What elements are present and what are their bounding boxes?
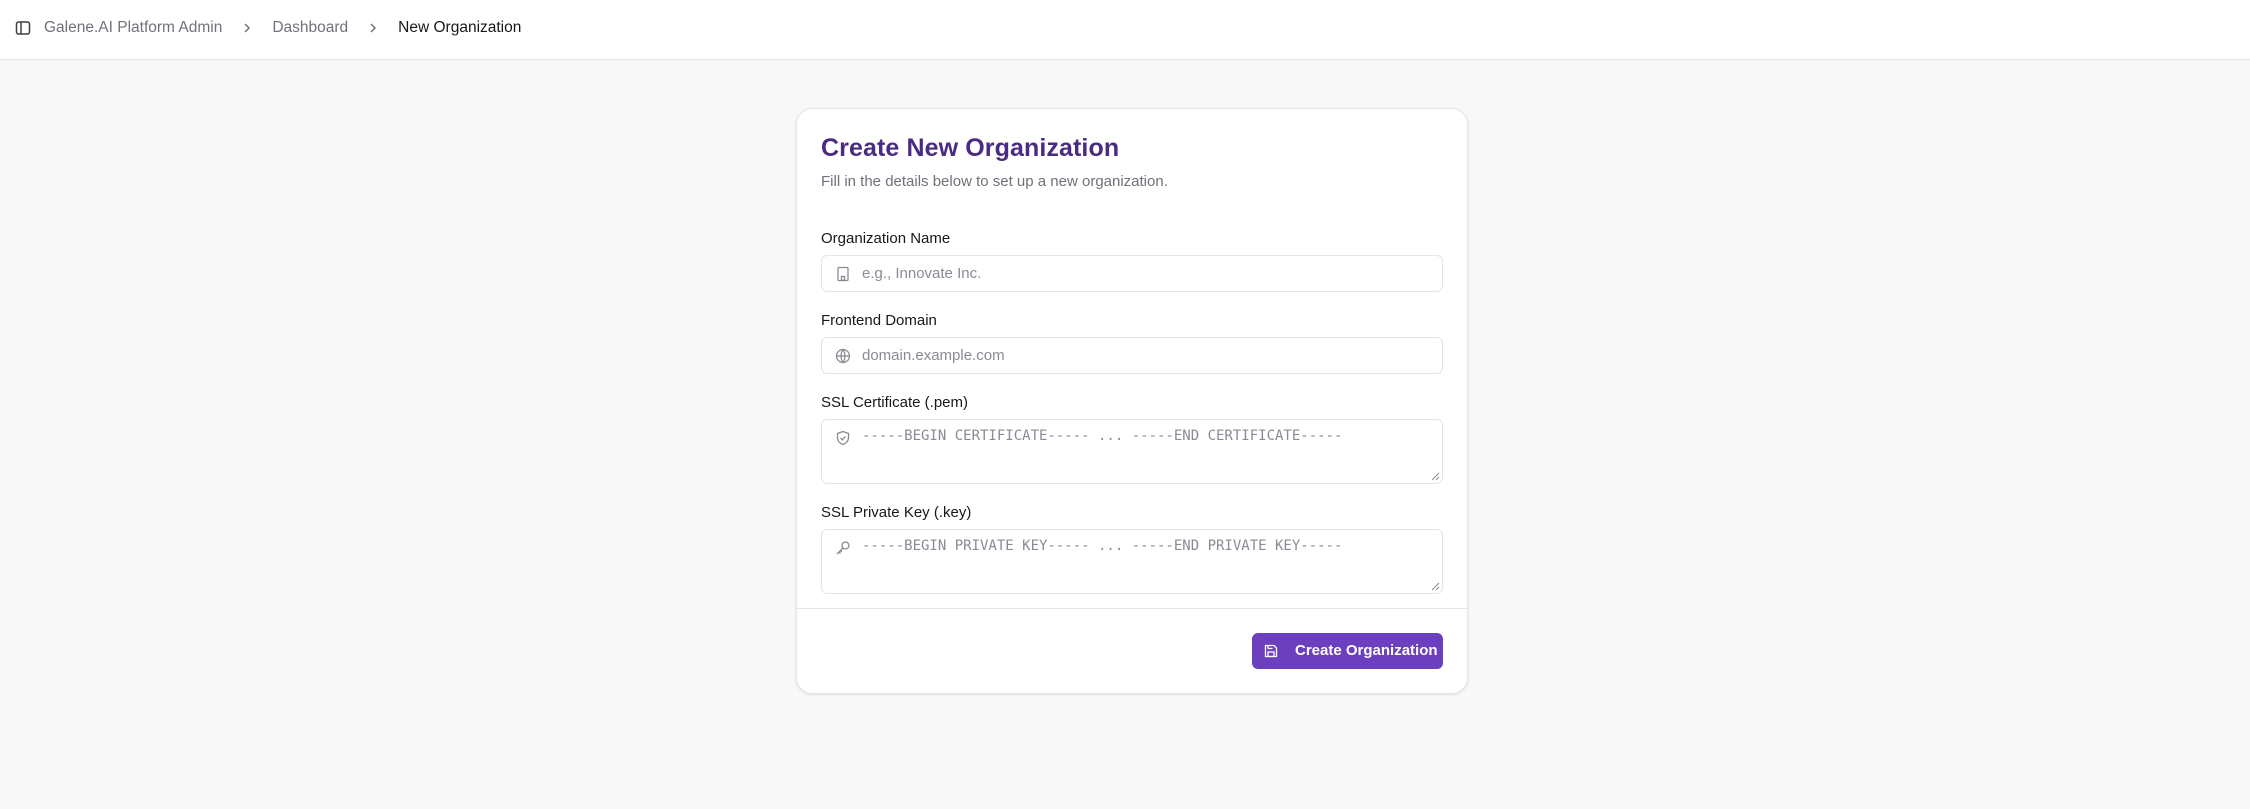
chevron-right-icon [365,20,381,36]
top-bar: Galene.AI Platform Admin Dashboard New O… [0,0,2250,60]
ssl-private-key-label: SSL Private Key (.key) [821,504,972,521]
create-organization-card: Create New Organization Fill in the deta… [796,108,1468,694]
page-title: Create New Organization [821,134,1120,162]
globe-icon [834,347,852,365]
resize-handle-icon[interactable] [1431,582,1440,591]
breadcrumb: Galene.AI Platform Admin Dashboard New O… [44,0,521,56]
create-organization-button[interactable]: Create Organization [1252,633,1443,669]
ssl-private-key-textarea[interactable] [862,538,1432,586]
breadcrumb-item-dashboard[interactable]: Dashboard [272,19,348,37]
card-footer-divider [797,608,1467,609]
ssl-certificate-field-wrapper [821,419,1443,484]
org-name-label: Organization Name [821,230,951,247]
building-icon [834,265,852,283]
frontend-domain-field-wrapper [821,337,1443,374]
frontend-domain-input[interactable] [862,338,1432,373]
ssl-private-key-field-wrapper [821,529,1443,594]
org-name-field-wrapper [821,255,1443,292]
breadcrumb-item-platform-admin[interactable]: Galene.AI Platform Admin [44,19,222,37]
key-icon [834,539,852,557]
shield-check-icon [834,429,852,447]
frontend-domain-label: Frontend Domain [821,312,937,329]
page-subtitle: Fill in the details below to set up a ne… [821,173,1168,190]
breadcrumb-item-new-organization: New Organization [398,19,522,36]
create-organization-button-label: Create Organization [1295,642,1438,659]
ssl-certificate-label: SSL Certificate (.pem) [821,394,968,411]
resize-handle-icon[interactable] [1431,472,1440,481]
save-icon [1264,644,1278,658]
org-name-input[interactable] [862,256,1432,291]
chevron-right-icon [239,20,255,36]
ssl-certificate-textarea[interactable] [862,428,1432,476]
sidebar-toggle-icon[interactable] [12,17,34,39]
